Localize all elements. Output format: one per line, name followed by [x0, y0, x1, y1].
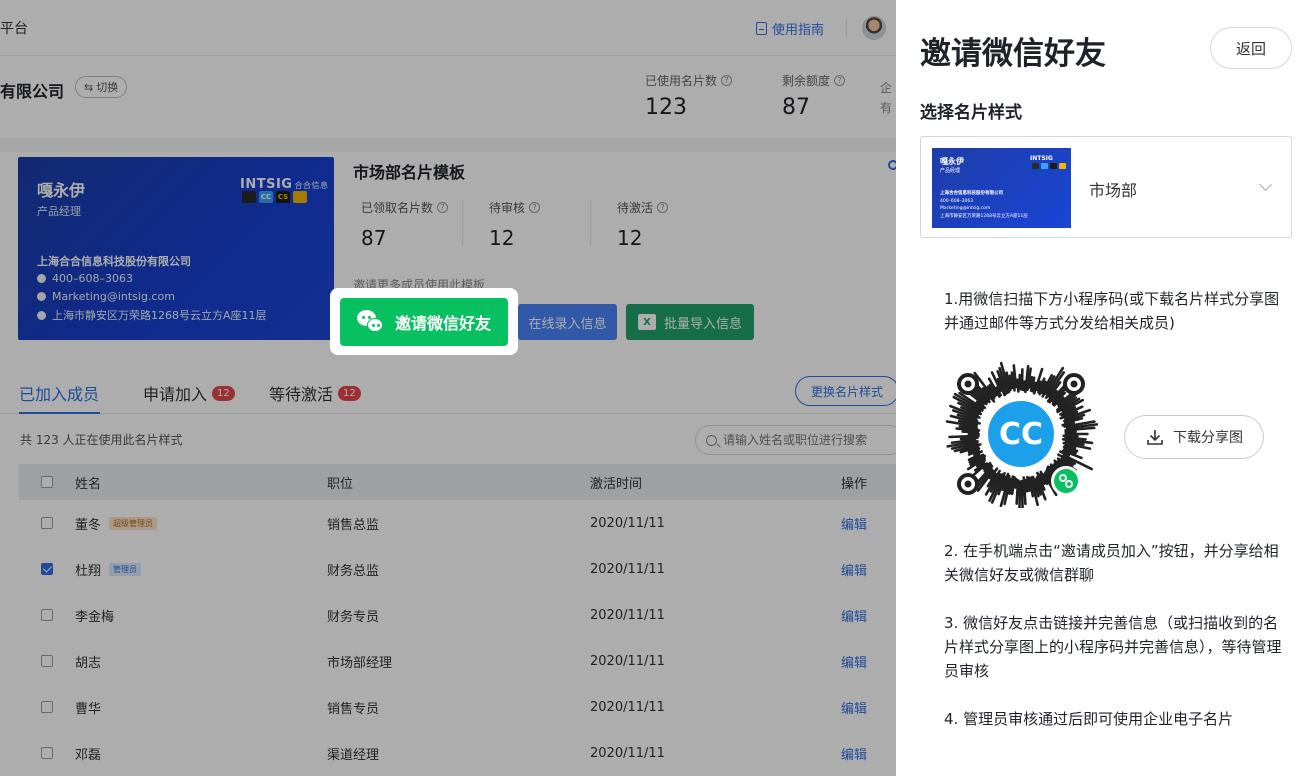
- download-icon: [1147, 430, 1163, 445]
- card-style-select[interactable]: 嘎永伊 产品经理 INTSIG 上海合合信息科技股份有限公司 400–608–3…: [920, 136, 1292, 238]
- mini-card-email: Marketing@intsig.com: [940, 206, 991, 211]
- mini-card-address: 上海市静安区万荣路1268号云立方A座11层: [940, 214, 1028, 219]
- download-label: 下载分享图: [1173, 430, 1243, 446]
- selected-style-label: 市场部: [1089, 181, 1138, 200]
- background-page: 平台 使用指南 有限公司 ⇆ 切换 已使用名片数? 123 剩余额度? 87 企…: [0, 0, 896, 776]
- invite-panel: 邀请微信好友 返回 选择名片样式 嘎永伊 产品经理 INTSIG 上海合合信息科…: [896, 0, 1316, 776]
- mini-card-phone: 400–608–3063: [940, 199, 974, 204]
- wechat-icon: [356, 310, 385, 334]
- modal-overlay[interactable]: [0, 0, 896, 776]
- mini-card-brand: INTSIG: [1030, 155, 1053, 162]
- chevron-down-icon: [1259, 178, 1272, 191]
- invite-wechat-button[interactable]: 邀请微信好友: [340, 298, 508, 346]
- instruction-step-2: 2. 在手机端点击“邀请成员加入”按钮，并分享给相关微信好友或微信群聊: [944, 542, 1279, 584]
- instruction-step-4: 4. 管理员审核通过后即可使用企业电子名片: [944, 710, 1234, 728]
- section-title: 选择名片样式: [920, 103, 1022, 123]
- panel-title: 邀请微信好友: [920, 36, 1106, 72]
- mini-product-logos: [1032, 163, 1066, 169]
- mini-program-qr-code: CC: [945, 361, 1098, 508]
- back-button[interactable]: 返回: [1210, 27, 1292, 69]
- qr-center-logo: CC: [999, 417, 1043, 452]
- invite-wechat-label: 邀请微信好友: [394, 314, 491, 333]
- instruction-step-1: 1.用微信扫描下方小程序码(或下载名片样式分享图并通过邮件等方式分发给相关成员): [944, 290, 1280, 332]
- mini-card-role: 产品经理: [940, 168, 961, 174]
- instruction-step-3: 3. 微信好友点击链接并完善信息（或扫描收到的名片样式分享图上的小程序码并完善信…: [944, 614, 1282, 680]
- download-share-image-button[interactable]: 下载分享图: [1124, 415, 1264, 459]
- mini-card-company: 上海合合信息科技股份有限公司: [940, 191, 1003, 196]
- mini-card-name: 嘎永伊: [940, 157, 964, 166]
- card-style-thumbnail: 嘎永伊 产品经理 INTSIG 上海合合信息科技股份有限公司 400–608–3…: [932, 148, 1071, 228]
- mini-program-icon: [1054, 469, 1078, 493]
